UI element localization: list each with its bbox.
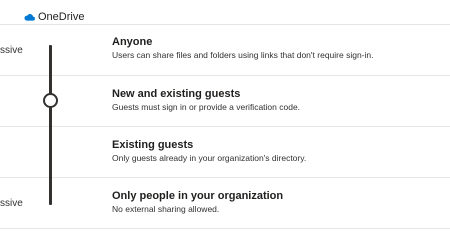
row-divider (0, 228, 450, 229)
cloud-icon (24, 13, 35, 21)
side-label-top: ssive (0, 45, 23, 56)
option-only-people-in-organization[interactable]: Only people in your organization No exte… (112, 189, 283, 215)
option-anyone[interactable]: Anyone Users can share files and folders… (112, 35, 373, 61)
product-name: OneDrive (38, 11, 85, 23)
row-divider (0, 24, 450, 25)
option-description: Guests must sign in or provide a verific… (112, 102, 301, 112)
app-header: OneDrive (24, 9, 84, 25)
option-title: Anyone (112, 36, 153, 48)
option-title: Existing guests (112, 139, 194, 151)
option-title: New and existing guests (112, 88, 241, 100)
option-description: No external sharing allowed. (112, 204, 220, 214)
sharing-level-slider-thumb[interactable] (43, 93, 58, 108)
option-description: Users can share files and folders using … (112, 50, 374, 60)
sharing-level-slider-track[interactable] (49, 45, 52, 205)
option-existing-guests[interactable]: Existing guests Only guests already in y… (112, 138, 306, 164)
side-label-bottom: ssive (0, 198, 23, 209)
row-divider (0, 75, 450, 76)
option-new-and-existing-guests[interactable]: New and existing guests Guests must sign… (112, 87, 300, 113)
row-divider (0, 177, 450, 178)
option-description: Only guests already in your organization… (112, 153, 307, 163)
row-divider (0, 126, 450, 127)
option-title: Only people in your organization (112, 190, 284, 202)
